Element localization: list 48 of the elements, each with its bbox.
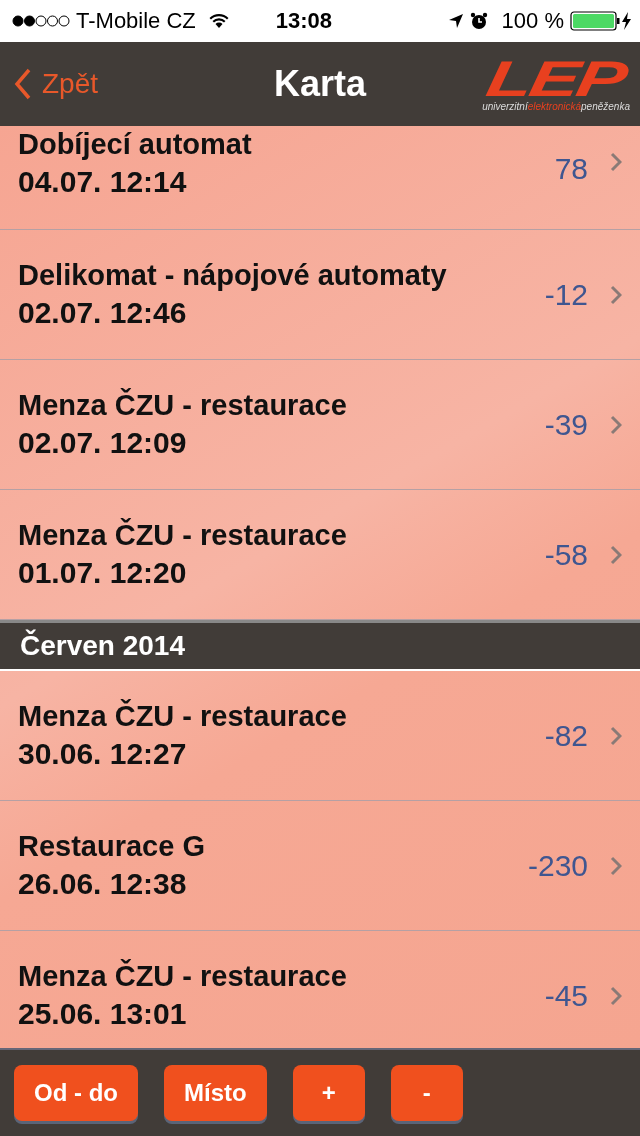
transaction-date: 02.07. 12:09 [18,426,188,460]
chevron-icon [610,152,622,172]
transaction-date: 01.07. 12:20 [18,556,188,590]
transaction-row[interactable]: Menza ČZU - restaurace 02.07. 12:09 -39 [0,360,640,490]
filter-button[interactable]: Od - do [14,1065,138,1121]
transaction-date: 30.06. 12:27 [18,737,188,771]
filter-button[interactable]: - [390,1065,463,1121]
back-chevron-icon [14,68,32,100]
transaction-date: 04.07. 12:14 [18,165,188,199]
transaction-row[interactable]: Menza ČZU - restaurace 30.06. 12:27 -82 [0,671,640,801]
transaction-date: 02.07. 12:46 [18,296,188,330]
amount: 78 [554,152,588,186]
transaction-row[interactable]: Dobíjecí automat 04.07. 12:14 78 [0,126,640,230]
filter-button[interactable]: + [292,1065,365,1121]
amount: -12 [544,277,588,312]
transaction-date: 25.06. 13:01 [18,997,188,1031]
place-name: Dobíjecí automat [18,128,253,161]
section-header: Červen 2014 [0,620,640,671]
alarm-clock-icon [469,12,488,30]
battery-percent: 100 % [501,8,564,34]
amount: -230 [527,848,588,883]
place-name: Menza ČZU - restaurace [18,700,348,733]
carrier-name: T-Mobile CZ [76,8,196,34]
chevron-icon [610,855,622,876]
chevron-icon [610,544,622,565]
place-name: Menza ČZU - restaurace [18,389,348,422]
chevron-icon [610,414,622,435]
place-name: Delikomat - nápojové automaty [18,259,448,292]
amount: -39 [544,407,588,442]
clock-time: 13:08 [275,8,333,34]
screen-title: Karta [274,63,366,105]
signal-icon [12,15,70,27]
chevron-icon [610,985,622,1006]
filter-button[interactable]: Místo [164,1065,267,1121]
amount: -82 [544,718,588,753]
place-name: Restaurace G [18,830,206,863]
place-name: Menza ČZU - restaurace [18,960,348,993]
transaction-row[interactable]: Delikomat - nápojové automaty 02.07. 12:46 -12 [0,230,640,360]
chevron-icon [610,284,622,305]
battery-charging-icon [570,11,632,31]
transaction-date: 26.06. 12:38 [18,867,188,901]
amount: -45 [544,978,588,1013]
location-arrow-icon [447,13,464,29]
amount: -58 [544,537,588,572]
place-name: Menza ČZU - restaurace [18,519,348,552]
transaction-row[interactable]: Restaurace G 26.06. 12:38 -230 [0,801,640,931]
wifi-icon [207,13,230,29]
chevron-icon [610,725,622,746]
